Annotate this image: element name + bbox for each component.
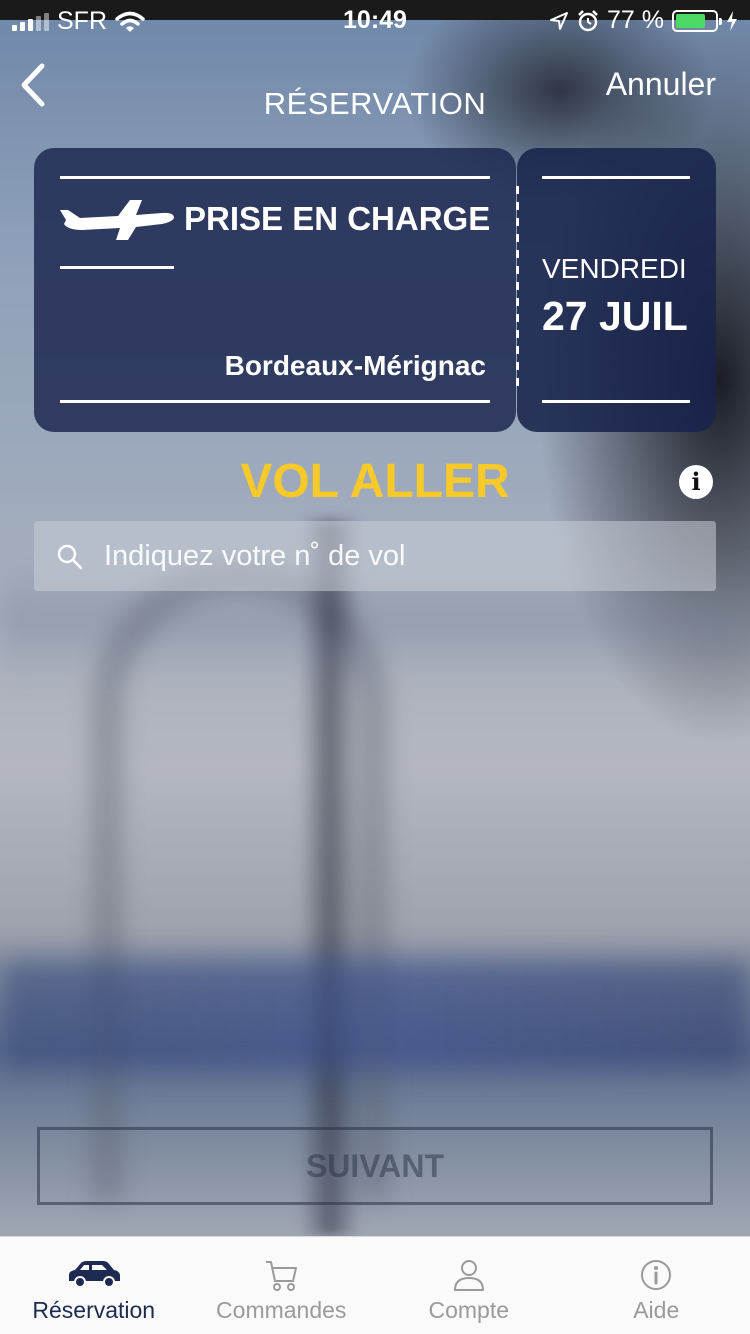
ticket-perforation (516, 186, 519, 390)
tab-bar: Réservation Commandes Compte Aide (0, 1236, 750, 1334)
tab-label: Compte (428, 1297, 510, 1323)
charging-bolt-icon (727, 10, 737, 31)
tab-commandes[interactable]: Commandes (188, 1237, 376, 1334)
divider (60, 400, 490, 403)
pickup-ticket[interactable] (34, 148, 516, 432)
pickup-location: Bordeaux-Mérignac (224, 350, 486, 381)
date-ticket[interactable] (517, 148, 716, 432)
pickup-weekday: VENDREDI (542, 253, 687, 284)
info-icon[interactable]: i (679, 465, 713, 499)
next-button[interactable]: SUIVANT (37, 1127, 713, 1205)
tab-compte[interactable]: Compte (375, 1237, 563, 1334)
cancel-button[interactable]: Annuler (606, 66, 716, 103)
user-icon (453, 1260, 484, 1291)
battery-percent: 77 % (607, 6, 664, 34)
cart-icon (266, 1261, 298, 1291)
divider (60, 266, 174, 269)
location-arrow-icon (550, 11, 569, 30)
tab-aide[interactable]: Aide (563, 1237, 750, 1334)
info-icon (641, 1260, 672, 1290)
tab-label: Réservation (32, 1297, 156, 1323)
pickup-label: PRISE EN CHARGE (184, 200, 491, 237)
airplane-icon (60, 200, 174, 240)
battery-icon (672, 9, 722, 32)
pickup-date: 27 JUIL (542, 293, 688, 339)
search-icon (57, 544, 83, 570)
car-icon (68, 1261, 120, 1288)
divider (60, 176, 490, 179)
tab-label: Commandes (216, 1297, 347, 1323)
tab-label: Aide (633, 1297, 680, 1323)
flight-search-field[interactable] (34, 521, 716, 591)
divider (542, 176, 690, 179)
section-heading: VOL ALLER (240, 455, 510, 508)
tab-reservation[interactable]: Réservation (0, 1237, 188, 1334)
flight-number-input[interactable] (104, 521, 704, 591)
divider (542, 400, 690, 403)
status-bar: SFR 10:49 77 % (0, 0, 750, 40)
alarm-icon (578, 9, 598, 31)
